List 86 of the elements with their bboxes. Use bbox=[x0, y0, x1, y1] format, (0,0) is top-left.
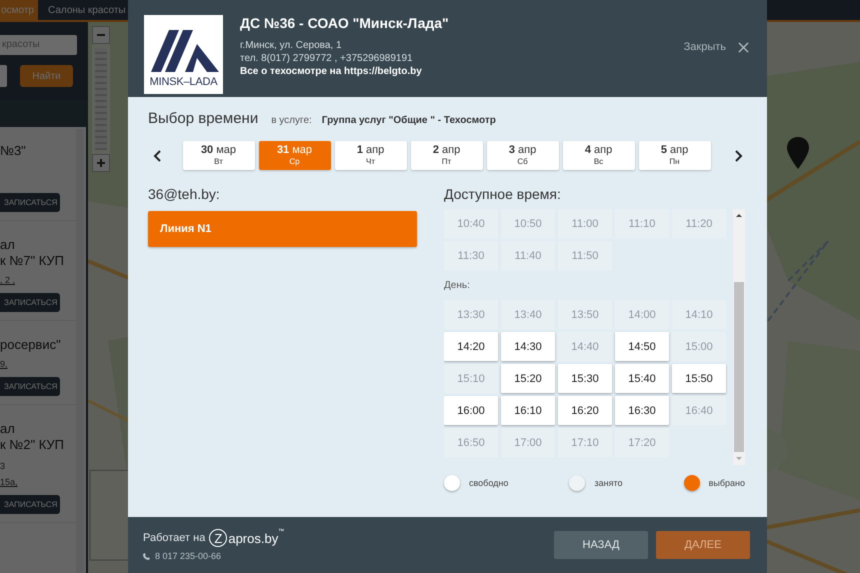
available-title: Доступное время: bbox=[444, 186, 562, 202]
legend-label: занято bbox=[594, 478, 622, 488]
date-tab[interactable]: 2 апр Пт bbox=[410, 141, 482, 170]
legend-label: выбрано bbox=[708, 478, 745, 488]
category-tab[interactable]: осмотр bbox=[0, 0, 38, 20]
book-button[interactable]: ЗАПИСАТЬСЯ bbox=[0, 293, 60, 312]
time-slot[interactable]: 16:20 bbox=[558, 396, 612, 425]
legend-dot bbox=[444, 475, 460, 491]
date-tab[interactable]: 31 мар Ср bbox=[258, 141, 330, 170]
time-slot[interactable]: 11:30 bbox=[444, 241, 498, 270]
date-tab[interactable]: 1 апр Чт bbox=[334, 141, 406, 170]
time-slot[interactable]: 14:10 bbox=[672, 300, 726, 329]
time-slot[interactable]: 11:10 bbox=[615, 209, 669, 238]
section-title: Выбор времени bbox=[148, 110, 258, 127]
result-title: к №7" КУП bbox=[0, 253, 64, 269]
time-slot[interactable]: 15:10 bbox=[444, 364, 498, 393]
powered-by-text: Работает на bbox=[143, 532, 206, 544]
book-button[interactable]: ЗАПИСАТЬСЯ bbox=[0, 193, 60, 212]
address-link[interactable]: , 2 , bbox=[0, 275, 16, 285]
book-button[interactable]: ЗАПИСАТЬСЯ bbox=[0, 377, 60, 396]
support-phone: 8 017 235-00-66 bbox=[155, 551, 222, 561]
result-title: к №2" КУП bbox=[0, 437, 64, 453]
book-button[interactable]: ЗАПИСАТЬСЯ bbox=[0, 495, 60, 514]
time-slot[interactable]: 17:20 bbox=[615, 428, 669, 457]
time-slot[interactable]: 15:50 bbox=[672, 364, 726, 393]
time-slot[interactable]: 11:20 bbox=[672, 209, 726, 238]
station-title: ДС №36 - СОАО "Минск-Лада" bbox=[240, 15, 449, 31]
time-slot[interactable]: 10:40 bbox=[444, 209, 498, 238]
info-text: Все о техосмотре на https://belgto.by bbox=[240, 65, 423, 78]
time-slot[interactable]: 17:10 bbox=[558, 428, 612, 457]
zoom-out-icon[interactable] bbox=[92, 26, 110, 44]
time-slot[interactable]: 14:20 bbox=[444, 332, 498, 361]
time-slot[interactable]: 15:30 bbox=[558, 364, 612, 393]
phone-text: тел. 8(017) 2799772 , +375296989191 bbox=[240, 52, 414, 65]
result-title: №3" bbox=[0, 143, 26, 159]
time-slot[interactable]: 16:30 bbox=[615, 396, 669, 425]
date-tab[interactable]: 4 апр Вс bbox=[562, 141, 634, 170]
time-slot[interactable]: 11:40 bbox=[501, 241, 555, 270]
address-link[interactable]: 15а, bbox=[0, 477, 18, 487]
time-slot[interactable]: 11:00 bbox=[558, 209, 612, 238]
close-button[interactable]: Закрыть bbox=[684, 41, 749, 53]
service-name: Группа услуг "Общие " - Техосмотр bbox=[322, 115, 496, 126]
service-label: в услуге: bbox=[271, 115, 312, 126]
time-slot[interactable]: 14:30 bbox=[501, 332, 555, 361]
time-slot[interactable]: 16:50 bbox=[444, 428, 498, 457]
result-title: росервис" bbox=[0, 337, 61, 353]
time-slot[interactable]: 17:00 bbox=[501, 428, 555, 457]
result-title: ал bbox=[0, 421, 15, 437]
company-logo: MINSK–LADA bbox=[144, 15, 223, 94]
address-link[interactable]: 9, bbox=[0, 359, 8, 369]
time-slot[interactable]: 15:20 bbox=[501, 364, 555, 393]
time-slot[interactable]: 16:00 bbox=[444, 396, 498, 425]
filter-field[interactable] bbox=[0, 65, 7, 87]
time-slot[interactable]: 13:40 bbox=[501, 300, 555, 329]
back-button[interactable]: НАЗАД bbox=[554, 531, 648, 559]
legend-dot bbox=[569, 475, 586, 491]
next-button[interactable]: ДАЛЕЕ bbox=[656, 531, 750, 559]
scrollbar[interactable] bbox=[733, 209, 745, 465]
time-slot[interactable]: 13:30 bbox=[444, 300, 498, 329]
group-label: День: bbox=[444, 280, 471, 291]
time-slot[interactable]: 13:50 bbox=[558, 300, 612, 329]
phone-icon bbox=[143, 552, 150, 560]
result-title: ал bbox=[0, 237, 15, 253]
line-option[interactable]: Линия N1 bbox=[148, 211, 417, 247]
staff-title: 36@teh.by: bbox=[148, 186, 221, 202]
time-slot[interactable]: 15:00 bbox=[672, 332, 726, 361]
date-tab[interactable]: 3 апр Сб bbox=[486, 141, 558, 170]
time-slot[interactable]: 14:00 bbox=[615, 300, 669, 329]
legend-dot bbox=[684, 475, 700, 491]
search-button[interactable]: Найти bbox=[20, 65, 73, 87]
pin-icon bbox=[787, 137, 809, 169]
legend-label: свободно bbox=[469, 478, 508, 488]
result-text: 3 bbox=[0, 461, 6, 471]
address-text: г.Минск, ул. Серова, 1 bbox=[240, 39, 343, 52]
close-icon bbox=[738, 42, 749, 52]
zoom-in-icon[interactable] bbox=[92, 154, 110, 172]
time-slot[interactable]: 10:50 bbox=[501, 209, 555, 238]
time-slot[interactable]: 14:40 bbox=[558, 332, 612, 361]
brand-logo: Z apros.by$^{™}$ bbox=[209, 529, 284, 547]
time-slot[interactable]: 11:50 bbox=[558, 241, 612, 270]
time-slot[interactable]: 16:40 bbox=[672, 396, 726, 425]
time-slot[interactable]: 15:40 bbox=[615, 364, 669, 393]
time-slot[interactable]: 16:10 bbox=[501, 396, 555, 425]
date-tab[interactable]: 30 мар Вт bbox=[182, 141, 254, 170]
date-tab[interactable]: 5 апр Пн bbox=[638, 141, 710, 170]
time-slot[interactable]: 14:50 bbox=[615, 332, 669, 361]
